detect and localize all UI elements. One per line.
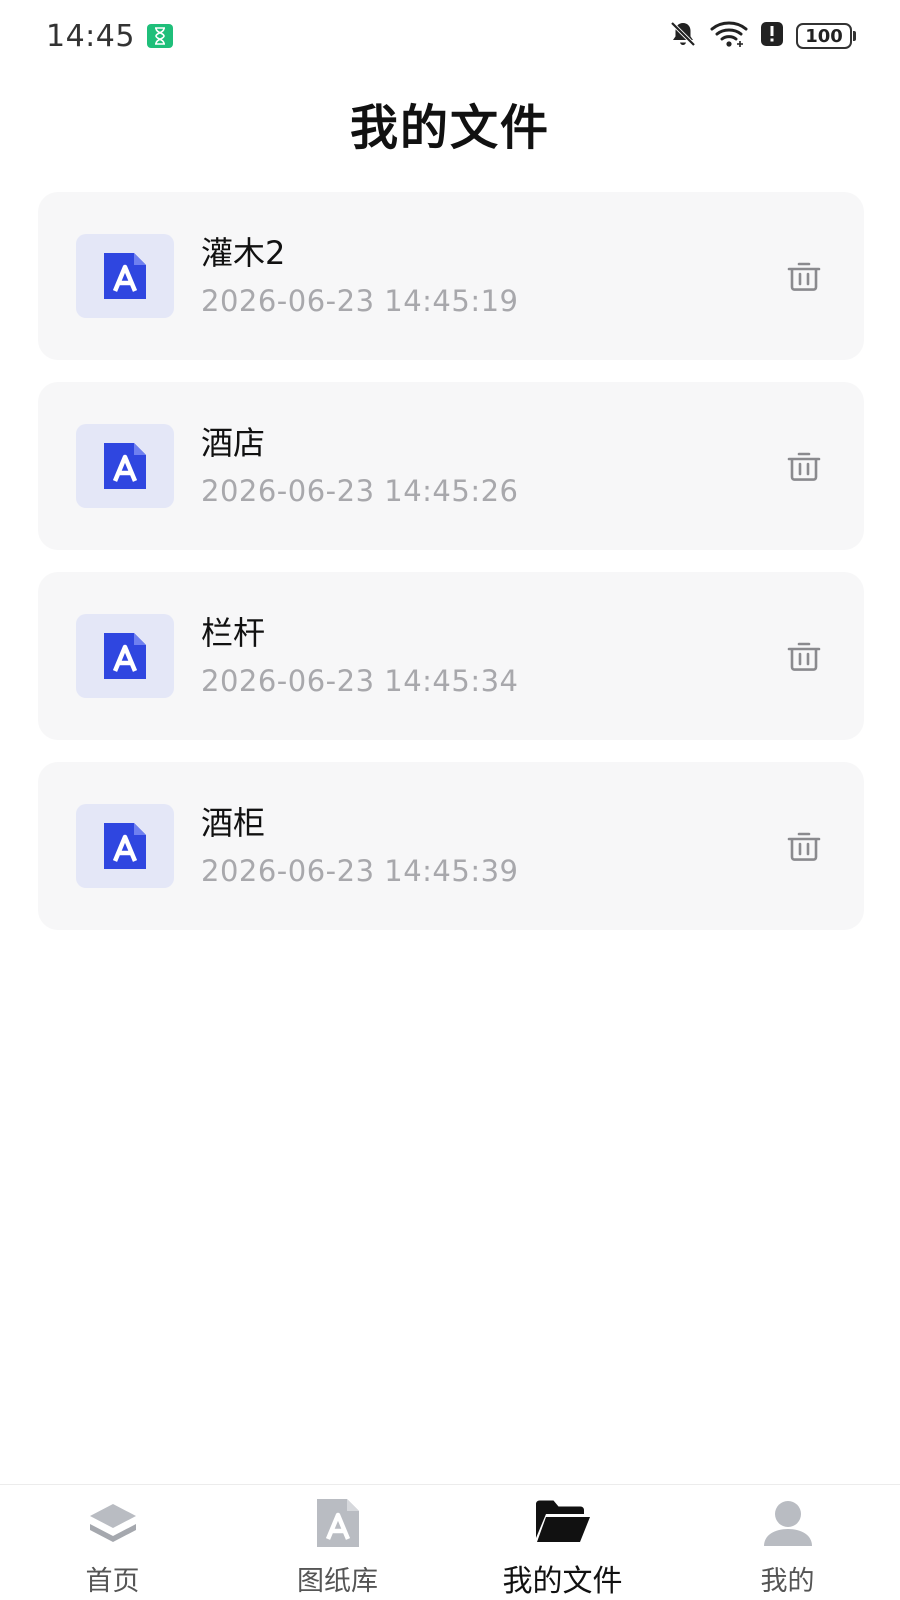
file-date: 2026-06-23 14:45:26 bbox=[201, 474, 519, 508]
delete-button[interactable] bbox=[784, 826, 824, 866]
drawing-doc-icon bbox=[104, 633, 146, 679]
file-thumbnail bbox=[76, 234, 174, 318]
nav-item-home[interactable]: 首页 bbox=[0, 1485, 225, 1600]
nav-label-my-files: 我的文件 bbox=[502, 1564, 623, 1599]
file-date: 2026-06-23 14:45:19 bbox=[201, 284, 519, 318]
file-name: 酒店 bbox=[201, 424, 266, 462]
nav-item-my-files[interactable]: 我的文件 bbox=[450, 1485, 675, 1600]
nav-label-home: 首页 bbox=[85, 1566, 140, 1597]
file-card[interactable]: 栏杆 2026-06-23 14:45:34 bbox=[38, 572, 864, 740]
trash-icon bbox=[787, 642, 821, 671]
file-thumbnail bbox=[76, 424, 174, 508]
status-left: 14:45 bbox=[46, 19, 173, 54]
file-name: 栏杆 bbox=[201, 614, 266, 652]
battery-level: 100 bbox=[796, 23, 852, 49]
file-name: 酒柜 bbox=[201, 804, 266, 842]
hourglass-icon bbox=[146, 24, 173, 48]
file-name: 灌木2 bbox=[201, 234, 286, 272]
wifi-icon bbox=[710, 19, 748, 53]
page-title: 我的文件 bbox=[349, 100, 550, 156]
status-time: 14:45 bbox=[46, 18, 135, 54]
drawing-doc-icon bbox=[104, 823, 146, 869]
nav-label-drawing-library: 图纸库 bbox=[297, 1566, 378, 1597]
nav-item-drawing-library[interactable]: 图纸库 bbox=[225, 1485, 450, 1600]
trash-icon bbox=[787, 832, 821, 861]
user-icon bbox=[758, 1493, 818, 1553]
delete-button[interactable] bbox=[784, 446, 824, 486]
file-date: 2026-06-23 14:45:39 bbox=[201, 854, 519, 888]
trash-icon bbox=[787, 452, 821, 481]
status-bar: 14:45 100 bbox=[0, 0, 900, 72]
status-right: 100 bbox=[668, 19, 856, 53]
battery-indicator: 100 bbox=[796, 23, 856, 49]
bell-off-icon bbox=[668, 19, 698, 53]
alert-icon bbox=[760, 21, 784, 51]
file-list: 灌木2 2026-06-23 14:45:19 酒店 2026-06-23 14… bbox=[38, 192, 864, 952]
bottom-nav: 首页 图纸库 我的文件 我的 bbox=[0, 1484, 900, 1600]
screen: 14:45 100 我的文件 灌木2 2026-06-23 14:45:19 酒… bbox=[0, 0, 900, 1600]
file-thumbnail bbox=[76, 614, 174, 698]
trash-icon bbox=[787, 262, 821, 291]
file-card[interactable]: 酒店 2026-06-23 14:45:26 bbox=[38, 382, 864, 550]
layers-icon bbox=[83, 1493, 143, 1553]
battery-cap bbox=[853, 31, 856, 41]
drawing-doc-icon bbox=[104, 443, 146, 489]
file-card[interactable]: 酒柜 2026-06-23 14:45:39 bbox=[38, 762, 864, 930]
file-date: 2026-06-23 14:45:34 bbox=[201, 664, 519, 698]
nav-label-profile: 我的 bbox=[760, 1566, 815, 1597]
drawing-doc-icon bbox=[308, 1493, 368, 1553]
delete-button[interactable] bbox=[784, 256, 824, 296]
delete-button[interactable] bbox=[784, 636, 824, 676]
nav-item-profile[interactable]: 我的 bbox=[675, 1485, 900, 1600]
folder-open-icon bbox=[533, 1493, 593, 1550]
file-thumbnail bbox=[76, 804, 174, 888]
file-card[interactable]: 灌木2 2026-06-23 14:45:19 bbox=[38, 192, 864, 360]
drawing-doc-icon bbox=[104, 253, 146, 299]
